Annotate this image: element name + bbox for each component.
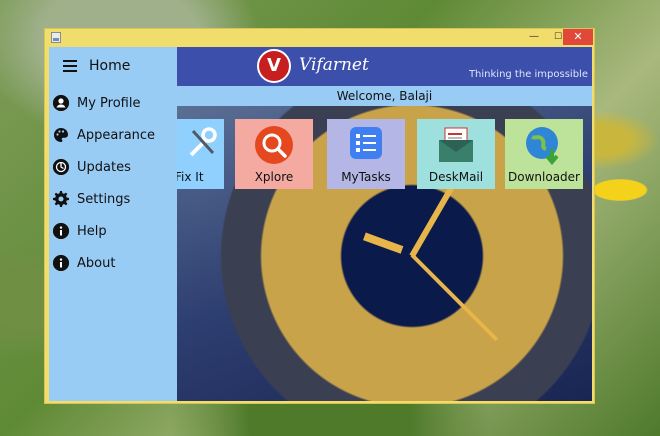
tools-icon	[187, 125, 221, 163]
sidebar-item-settings[interactable]: Settings	[49, 186, 177, 214]
info-icon	[53, 255, 69, 271]
sidebar-item-about[interactable]: About	[49, 250, 177, 278]
tile-mytasks[interactable]: MyTasks	[327, 119, 405, 189]
mail-icon	[436, 125, 476, 169]
search-icon	[254, 125, 294, 169]
tile-label: Fix It	[177, 170, 204, 184]
sidebar-item-label: About	[77, 256, 116, 271]
sidebar-home[interactable]: Home	[49, 47, 177, 85]
title-bar[interactable]: — ☐ ✕	[45, 29, 594, 47]
person-icon	[53, 95, 69, 111]
gear-icon	[53, 191, 69, 207]
sidebar-item-help[interactable]: Help	[49, 218, 177, 246]
sidebar: Home My Profile Appearance Updates Setti	[49, 47, 177, 401]
globe-download-icon	[524, 125, 564, 169]
home-label: Home	[89, 58, 131, 74]
tile-downloader[interactable]: Downloader	[505, 119, 583, 189]
sidebar-item-label: My Profile	[77, 96, 141, 111]
checklist-icon	[348, 125, 384, 165]
welcome-message: Welcome, Balaji	[177, 86, 592, 106]
tile-fix-it[interactable]: Fix It	[177, 119, 224, 189]
hamburger-menu-icon[interactable]	[63, 60, 77, 72]
sidebar-item-label: Updates	[77, 160, 131, 175]
tile-label: Downloader	[508, 170, 580, 184]
brand-name: Vifarnet	[299, 55, 369, 75]
tile-label: MyTasks	[341, 170, 391, 184]
vifarnet-logo: V	[257, 49, 291, 83]
sidebar-item-label: Settings	[77, 192, 131, 207]
app-icon	[51, 32, 61, 43]
main-content: V Vifarnet Thinking the impossible Welco…	[177, 47, 592, 401]
tile-xplore[interactable]: Xplore	[235, 119, 313, 189]
sidebar-item-appearance[interactable]: Appearance	[49, 122, 177, 150]
tile-label: DeskMail	[428, 170, 484, 184]
watch-hand	[410, 253, 499, 342]
app-window: — ☐ ✕ Home My Profile Appearance Updates	[44, 28, 595, 404]
palette-icon	[53, 127, 69, 143]
sidebar-item-my-profile[interactable]: My Profile	[49, 90, 177, 118]
tile-deskmail[interactable]: DeskMail	[417, 119, 495, 189]
sidebar-item-label: Appearance	[77, 128, 156, 143]
watch-hand	[363, 232, 404, 254]
minimize-button[interactable]: —	[521, 29, 547, 45]
header-banner: V Vifarnet Thinking the impossible	[177, 47, 592, 86]
tagline: Thinking the impossible	[468, 69, 588, 80]
updates-icon	[53, 159, 69, 175]
close-button[interactable]: ✕	[563, 29, 593, 45]
info-icon	[53, 223, 69, 239]
tile-label: Xplore	[254, 170, 294, 184]
sidebar-item-label: Help	[77, 224, 107, 239]
sidebar-item-updates[interactable]: Updates	[49, 154, 177, 182]
